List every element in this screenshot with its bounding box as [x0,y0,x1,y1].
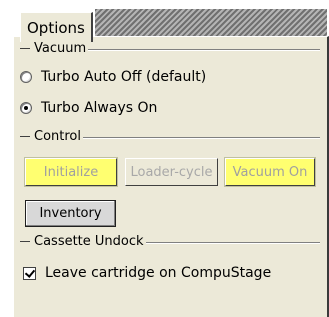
control-group-heading: Control [18,128,83,146]
cassette-group-heading: Cassette Undock [18,233,146,251]
radio-turbo-auto-off[interactable]: Turbo Auto Off (default) [20,67,206,87]
radio-turbo-auto-off-indicator[interactable] [20,71,32,83]
vacuum-heading-text: Vacuum [34,41,87,56]
options-panel: Vacuum Turbo Auto Off (default) Turbo Al… [13,36,329,317]
dash-decoration [20,136,30,137]
control-heading-text: Control [34,129,81,144]
leave-cartridge-label: Leave cartridge on CompuStage [45,265,272,281]
tab-strip-background [95,9,327,36]
radio-turbo-always-on-indicator[interactable] [20,102,32,114]
leave-cartridge-checkbox-row[interactable]: Leave cartridge on CompuStage [23,263,271,283]
inventory-button[interactable]: Inventory [25,200,116,227]
vacuum-group-heading: Vacuum [18,40,89,58]
radio-turbo-always-on-label: Turbo Always On [41,100,158,116]
tab-options-label: Options [27,19,85,37]
radio-turbo-auto-off-label: Turbo Auto Off (default) [41,69,207,85]
vacuum-on-button[interactable]: Vacuum On [224,157,316,187]
options-window: Options Vacuum Turbo Auto Off (default) … [0,0,329,317]
tab-options[interactable]: Options [20,12,93,42]
dash-decoration [20,241,30,242]
dash-decoration [20,48,30,49]
cassette-heading-text: Cassette Undock [34,234,144,249]
loader-cycle-button[interactable]: Loader-cycle [125,158,218,186]
initialize-button[interactable]: Initialize [24,157,118,187]
radio-turbo-always-on[interactable]: Turbo Always On [20,98,157,118]
leave-cartridge-checkbox[interactable] [23,266,36,280]
